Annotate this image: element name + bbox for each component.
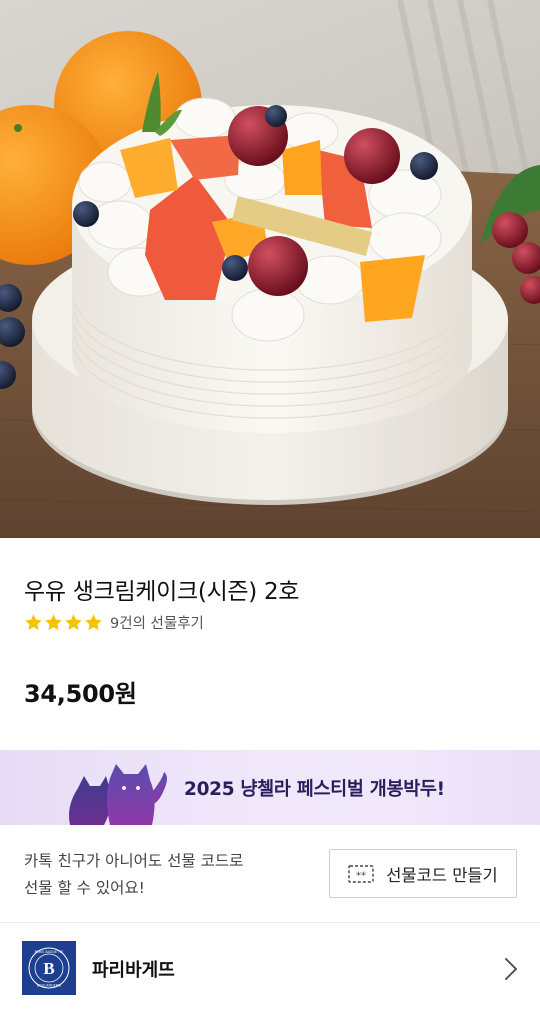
star-icon [25,614,42,630]
gift-code-section: 카톡 친구가 아니어도 선물 코드로 선물 할 수 있어요! ** 선물코드 만… [0,825,540,923]
gift-desc-line-2: 선물 할 수 있어요! [24,879,145,897]
review-count-link[interactable]: 9건의 선물후기 [110,612,204,633]
cat-characters-illustration [69,764,167,825]
svg-text:BOULANGERIE: BOULANGERIE [37,984,62,988]
code-ticket-icon: ** [348,864,374,883]
product-price: 34,500원 [24,680,137,708]
product-image [0,0,540,538]
gift-code-description: 카톡 친구가 아니어도 선물 코드로 선물 할 수 있어요! [24,848,243,902]
product-info: 우유 생크림케이크(시즌) 2호 9건의 선물후기 34,500원 [0,538,540,750]
svg-text:**: ** [356,870,366,881]
rating-row[interactable]: 9건의 선물후기 [24,612,204,633]
brand-row[interactable]: B PARIS BAGUETTE BOULANGERIE 파리바게뜨 [0,923,540,1016]
promo-title: 2025 냥첼라 페스티벌 개봉박두! [184,779,445,800]
create-gift-code-button[interactable]: ** 선물코드 만들기 [329,849,517,898]
chevron-right-icon [505,958,517,980]
star-icon [85,614,102,630]
gift-desc-line-1: 카톡 친구가 아니어도 선물 코드로 [24,852,244,870]
create-gift-code-label: 선물코드 만들기 [386,865,498,885]
svg-text:B: B [43,959,54,978]
rating-stars [24,613,103,632]
paris-baguette-logo: B PARIS BAGUETTE BOULANGERIE [22,941,76,995]
star-icon [45,614,62,630]
star-icon [65,614,82,630]
svg-text:PARIS BAGUETTE: PARIS BAGUETTE [35,950,64,954]
promo-banner[interactable]: 2025 냥첼라 페스티벌 개봉박두! [0,750,540,825]
product-title: 우유 생크림케이크(시즌) 2호 [24,579,300,605]
brand-name: 파리바게뜨 [92,960,175,981]
